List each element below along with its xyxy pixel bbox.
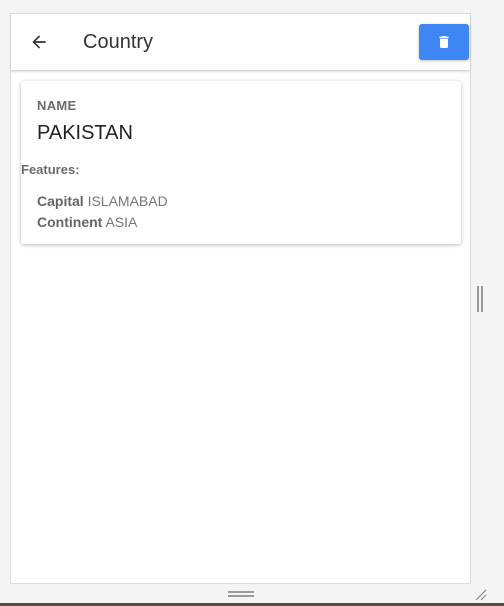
feature-value: ASIA (105, 214, 138, 230)
trash-icon (439, 36, 449, 48)
back-button[interactable] (25, 28, 53, 56)
feature-value: ISLAMABAD (87, 193, 168, 209)
feature-row-capital: Capital ISLAMABAD (37, 193, 168, 209)
name-label: NAME (37, 98, 77, 113)
app-bar: Country (11, 14, 470, 71)
features-label: Features: (21, 162, 80, 177)
country-card: NAME PAKISTAN Features: Capital ISLAMABA… (21, 81, 461, 244)
feature-key: Continent (37, 214, 103, 230)
resize-grip-icon[interactable] (474, 588, 488, 602)
delete-button[interactable] (419, 24, 469, 60)
arrow-left-icon (32, 35, 46, 49)
app-window: Country NAME PAKISTAN Features: Capital … (0, 0, 504, 606)
country-name: PAKISTAN (37, 122, 133, 144)
feature-key: Capital (37, 193, 84, 209)
vertical-resize-handle[interactable] (477, 286, 484, 312)
page-title: Country (83, 31, 154, 53)
feature-row-continent: Continent ASIA (37, 214, 137, 230)
main-panel: Country NAME PAKISTAN Features: Capital … (10, 13, 471, 584)
horizontal-resize-handle[interactable] (228, 591, 254, 598)
